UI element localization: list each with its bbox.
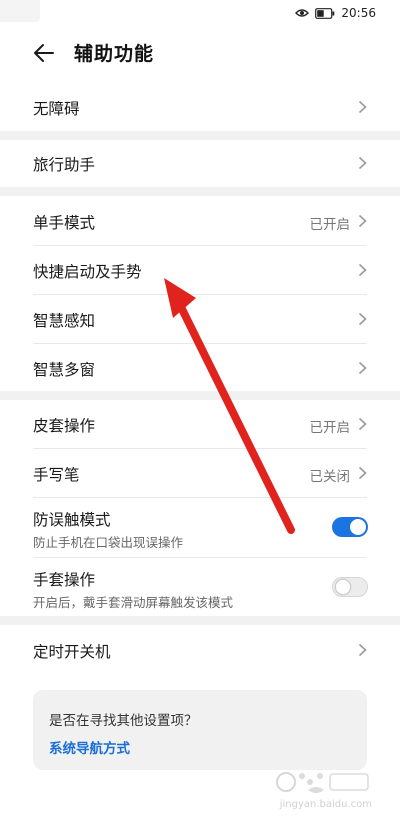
system-navigation-link[interactable]: 系统导航方式	[49, 737, 130, 757]
row-label: 快捷启动及手势	[33, 263, 142, 281]
row-label: 定时开关机	[33, 643, 111, 661]
settings-row-accessibility[interactable]: 无障碍	[0, 84, 400, 131]
row-label: 皮套操作	[33, 417, 96, 435]
status-left-area	[0, 0, 40, 22]
chevron-right-icon	[358, 263, 367, 277]
settings-row-one-handed-mode[interactable]: 单手模式 已开启	[0, 196, 400, 245]
settings-row-smart-multi-window[interactable]: 智慧多窗	[0, 344, 400, 391]
accidental-touch-toggle[interactable]	[332, 517, 368, 537]
row-label: 手写笔	[33, 466, 80, 484]
toggle-knob	[350, 519, 366, 535]
row-description: 开启后，戴手套滑动屏幕触发该模式	[33, 595, 234, 610]
row-label: 智慧多窗	[33, 361, 96, 379]
chevron-right-icon	[358, 417, 367, 431]
chevron-right-icon	[358, 312, 367, 326]
header: 辅助功能	[0, 26, 400, 84]
baidu-logo-icon	[276, 772, 369, 793]
suggestion-card: 是否在寻找其他设置项？ 系统导航方式	[33, 690, 367, 770]
settings-row-cover-operation[interactable]: 皮套操作 已开启	[0, 400, 400, 448]
chevron-right-icon	[358, 466, 367, 480]
page-title: 辅助功能	[74, 43, 155, 65]
baidu-watermark: jingyan.baidu.com	[272, 766, 372, 810]
row-status-value: 已关闭	[309, 469, 351, 485]
settings-row-glove-mode[interactable]: 手套操作 开启后，戴手套滑动屏幕触发该模式	[0, 558, 400, 616]
chevron-right-icon	[358, 100, 367, 114]
chevron-right-icon	[358, 214, 367, 228]
row-description: 防止手机在口袋出现误操作	[33, 535, 184, 550]
row-label: 无障碍	[33, 100, 80, 118]
row-status-value: 已开启	[309, 420, 351, 436]
back-arrow-icon[interactable]	[32, 41, 56, 65]
section-gap	[0, 131, 400, 140]
battery-icon	[315, 7, 335, 19]
settings-row-accidental-touch-mode[interactable]: 防误触模式 防止手机在口袋出现误操作	[0, 498, 400, 557]
section-gap	[0, 391, 400, 400]
chevron-right-icon	[358, 156, 367, 170]
status-bar: 20:56	[0, 0, 400, 26]
status-right: 20:56	[295, 5, 376, 21]
row-label: 旅行助手	[33, 156, 96, 174]
watermark-text: jingyan.baidu.com	[279, 799, 372, 810]
section-gap	[0, 187, 400, 196]
chevron-right-icon	[358, 643, 367, 657]
settings-row-shortcuts-gestures[interactable]: 快捷启动及手势	[0, 246, 400, 294]
eye-icon	[295, 8, 310, 18]
toggle-knob	[335, 579, 351, 595]
chevron-right-icon	[358, 361, 367, 375]
row-label: 智慧感知	[33, 312, 96, 330]
row-label: 防误触模式	[33, 511, 111, 529]
status-time: 20:56	[341, 6, 376, 20]
glove-mode-toggle[interactable]	[332, 577, 368, 597]
row-label: 手套操作	[33, 571, 96, 589]
settings-row-smart-perception[interactable]: 智慧感知	[0, 295, 400, 343]
settings-row-scheduled-power[interactable]: 定时开关机	[0, 625, 400, 675]
row-status-value: 已开启	[309, 217, 351, 233]
settings-row-travel-assistant[interactable]: 旅行助手	[0, 140, 400, 187]
suggestion-title: 是否在寻找其他设置项？	[49, 713, 198, 729]
section-gap	[0, 616, 400, 625]
row-label: 单手模式	[33, 214, 96, 232]
settings-row-stylus[interactable]: 手写笔 已关闭	[0, 449, 400, 497]
